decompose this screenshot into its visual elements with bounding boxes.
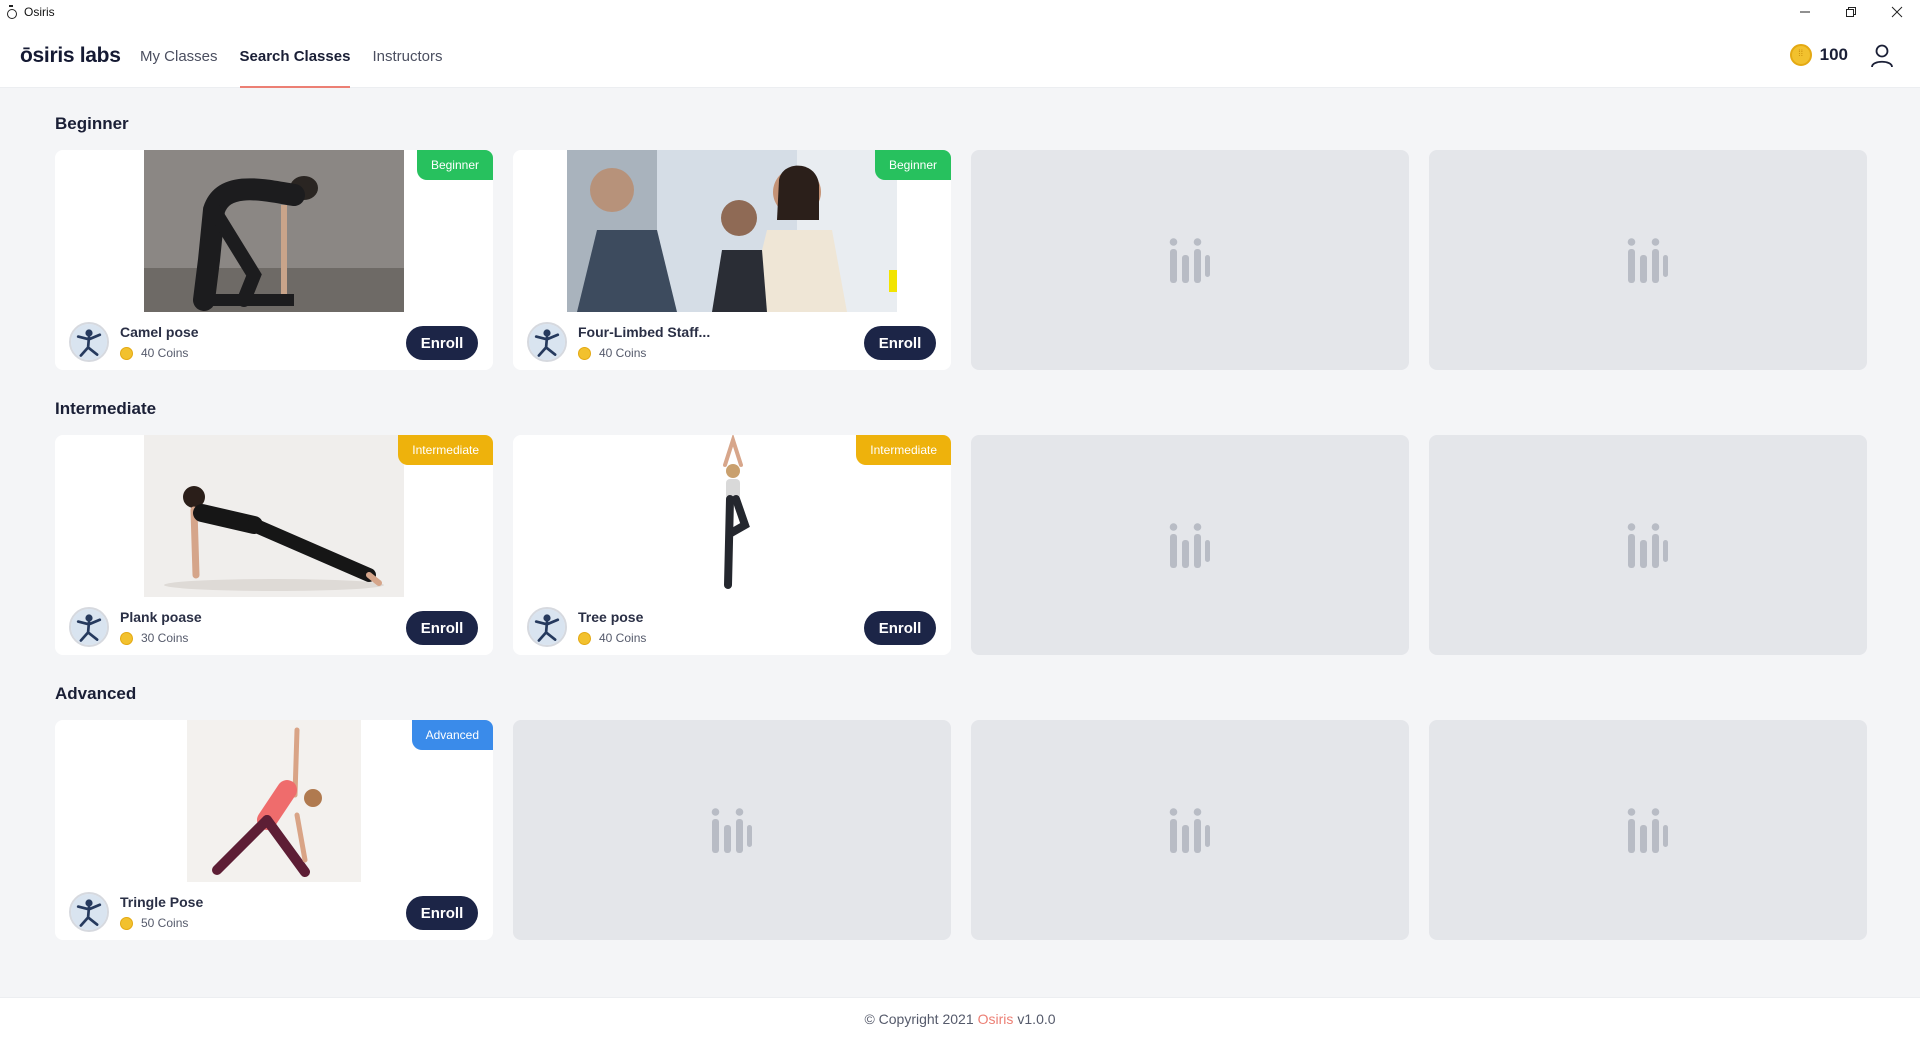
level-badge: Beginner <box>416 150 493 180</box>
footer-brand-link[interactable]: Osiris <box>978 1011 1014 1027</box>
close-button[interactable] <box>1874 0 1920 24</box>
enroll-button[interactable]: Enroll <box>864 326 936 360</box>
coin-balance[interactable]: 100 <box>1789 44 1848 66</box>
minimize-button[interactable] <box>1782 0 1828 24</box>
restore-button[interactable] <box>1828 0 1874 24</box>
class-price: 50 Coins <box>120 916 188 930</box>
class-card-four-limbed-staff[interactable]: Beginner Four-Limbed Staff... 40 Coins E… <box>513 150 951 370</box>
class-thumbnail <box>567 150 897 312</box>
class-catalog: Beginner Beginner Camel pose 40 Coins En… <box>0 89 1920 997</box>
coin-count: 100 <box>1819 45 1848 64</box>
osiris-labs-logo[interactable]: ōsiris labs <box>20 44 121 68</box>
level-badge: Intermediate <box>856 435 951 465</box>
four-limbed-staff-image <box>567 150 897 312</box>
instructor-avatar <box>69 892 109 932</box>
placeholder-logo-icon <box>1168 805 1212 855</box>
empty-class-slot <box>513 720 951 940</box>
instructor-avatar <box>527 322 567 362</box>
camel-pose-image <box>144 150 404 312</box>
nav-instructors[interactable]: Instructors <box>372 24 442 88</box>
tree-pose-image <box>673 435 793 597</box>
app-icon <box>6 5 17 19</box>
placeholder-logo-icon <box>1168 235 1212 285</box>
class-name: Plank poase <box>120 609 202 625</box>
enroll-button[interactable]: Enroll <box>406 611 478 645</box>
level-badge: Intermediate <box>398 435 493 465</box>
placeholder-logo-icon <box>1626 235 1670 285</box>
class-thumbnail <box>144 150 404 312</box>
section-title-advanced: Advanced <box>55 684 137 703</box>
coin-icon <box>578 346 591 360</box>
empty-class-slot <box>971 150 1409 370</box>
placeholder-logo-icon <box>1626 805 1670 855</box>
restore-icon <box>1846 7 1856 17</box>
class-name: Four-Limbed Staff... <box>578 324 711 340</box>
class-thumbnail <box>673 435 793 597</box>
triangle-pose-image <box>187 720 361 882</box>
nav-my-classes[interactable]: My Classes <box>140 24 218 88</box>
section-title-beginner: Beginner <box>55 114 129 133</box>
class-price: 40 Coins <box>120 346 188 360</box>
class-name: Camel pose <box>120 324 199 340</box>
class-card-tringle-pose[interactable]: Advanced Tringle Pose 50 Coins Enroll <box>55 720 493 940</box>
price-label: 40 Coins <box>141 346 189 360</box>
level-badge: Beginner <box>874 150 951 180</box>
enroll-button[interactable]: Enroll <box>864 611 936 645</box>
empty-class-slot <box>1429 720 1867 940</box>
instructor-avatar <box>69 322 109 362</box>
window-title: Osiris <box>24 5 55 19</box>
app-footer: © Copyright 2021 Osiris v1.0.0 <box>0 997 1920 1040</box>
class-card-camel-pose[interactable]: Beginner Camel pose 40 Coins Enroll <box>55 150 493 370</box>
coin-icon <box>120 916 133 930</box>
minimize-icon <box>1800 11 1810 13</box>
empty-class-slot <box>971 435 1409 655</box>
coin-icon <box>578 631 591 645</box>
nav-search-classes[interactable]: Search Classes <box>239 24 350 88</box>
enroll-button[interactable]: Enroll <box>406 896 478 930</box>
enroll-button[interactable]: Enroll <box>406 326 478 360</box>
window-controls <box>1782 0 1920 24</box>
close-icon <box>1891 6 1903 18</box>
price-label: 30 Coins <box>141 631 189 645</box>
placeholder-logo-icon <box>710 805 754 855</box>
version-text: v1.0.0 <box>1017 1011 1056 1027</box>
user-icon <box>1871 44 1893 68</box>
empty-class-slot <box>971 720 1409 940</box>
user-profile-button[interactable] <box>1868 42 1896 70</box>
placeholder-logo-icon <box>1626 520 1670 570</box>
coin-icon <box>120 346 133 360</box>
level-badge: Advanced <box>411 720 493 750</box>
class-name: Tree pose <box>578 609 644 625</box>
price-label: 50 Coins <box>141 916 189 930</box>
coin-icon <box>1789 44 1812 66</box>
section-title-intermediate: Intermediate <box>55 399 157 418</box>
main-nav: My Classes Search Classes Instructors <box>140 24 464 88</box>
class-card-plank-poase[interactable]: Intermediate Plank poase 30 Coins Enroll <box>55 435 493 655</box>
app-header: ōsiris labs My Classes Search Classes In… <box>0 24 1920 88</box>
class-name: Tringle Pose <box>120 894 204 910</box>
class-price: 40 Coins <box>578 631 646 645</box>
class-thumbnail <box>144 435 404 597</box>
empty-class-slot <box>1429 435 1867 655</box>
class-price: 40 Coins <box>578 346 646 360</box>
plank-pose-image <box>144 435 404 597</box>
price-label: 40 Coins <box>599 631 647 645</box>
window-title-bar: Osiris <box>0 0 1920 24</box>
copyright-text: © Copyright 2021 <box>864 1011 974 1027</box>
class-price: 30 Coins <box>120 631 188 645</box>
instructor-avatar <box>69 607 109 647</box>
class-thumbnail <box>187 720 361 882</box>
placeholder-logo-icon <box>1168 520 1212 570</box>
instructor-avatar <box>527 607 567 647</box>
coin-icon <box>120 631 133 645</box>
class-card-tree-pose[interactable]: Intermediate Tree pose 40 Coins Enroll <box>513 435 951 655</box>
price-label: 40 Coins <box>599 346 647 360</box>
empty-class-slot <box>1429 150 1867 370</box>
